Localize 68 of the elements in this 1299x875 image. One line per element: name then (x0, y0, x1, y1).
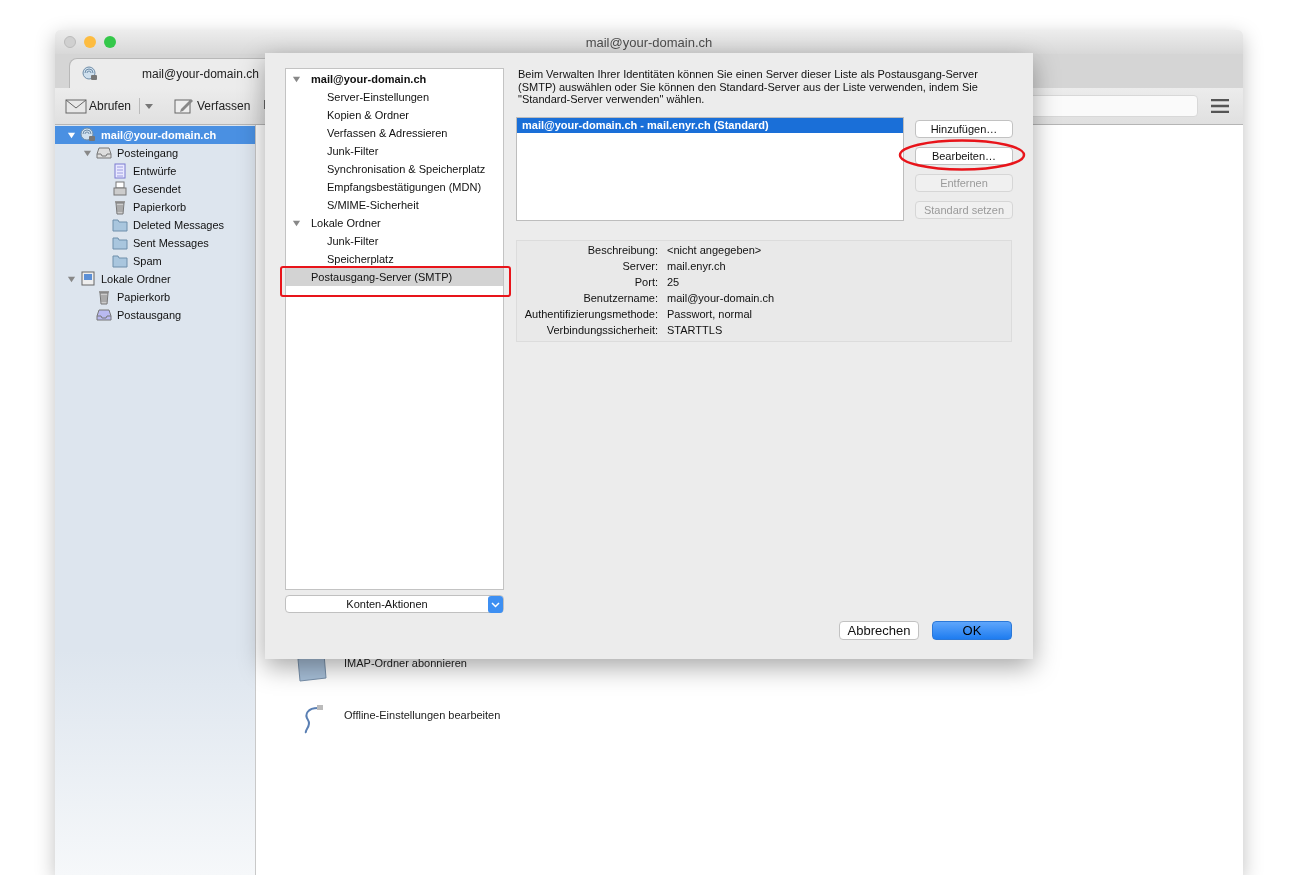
tree-item[interactable]: Server-Einstellungen (286, 88, 503, 106)
pencil-icon (173, 98, 196, 114)
folder-item[interactable]: Gesendet (55, 180, 255, 198)
disclosure-triangle-icon[interactable] (83, 148, 92, 158)
account-actions-dropdown[interactable]: Konten-Aktionen (285, 595, 504, 613)
detail-value: 25 (667, 274, 681, 290)
tree-item[interactable]: Lokale Ordner (286, 214, 503, 232)
detail-label: Benutzername: (582, 290, 658, 306)
detail-value: STARTTLS (667, 322, 724, 338)
tree-item[interactable]: Verfassen & Adressieren (286, 124, 503, 142)
monitor-icon (80, 271, 96, 287)
disclosure-triangle-icon[interactable] (67, 130, 76, 140)
folder-icon (112, 235, 128, 251)
folder-item[interactable]: Posteingang (55, 144, 255, 162)
description-text: Beim Verwalten Ihrer Identitäten können Sie einen Server dieser Liste als Postausgang-Server (SMTP) auswählen oder Sie können den Standard-Server aus der Liste verwenden, indem Sie "Standard-Server verwenden" wählen. (518, 68, 979, 106)
window-title: mail@your-domain.ch (585, 34, 713, 50)
tree-item[interactable]: Junk-Filter (286, 142, 503, 160)
tree-item[interactable]: Empfangsbestätigungen (MDN) (286, 178, 503, 196)
detail-label: Beschreibung: (586, 242, 658, 258)
ok-button[interactable]: OK (932, 621, 1012, 640)
folder-item[interactable]: Sent Messages (55, 234, 255, 252)
detail-label: Port: (633, 274, 658, 290)
zoom-button[interactable] (104, 36, 116, 48)
disclosure-triangle-icon[interactable] (292, 74, 301, 84)
folder-item[interactable]: Lokale Ordner (55, 270, 255, 288)
account-icon (82, 65, 98, 82)
folder-item[interactable]: Entwürfe (55, 162, 255, 180)
envelope-icon (65, 98, 87, 114)
detail-label: Verbindungssicherheit: (545, 322, 658, 338)
menu-icon[interactable] (1211, 99, 1229, 113)
folder-item[interactable]: Postausgang (55, 306, 255, 324)
page-icon (112, 163, 128, 179)
folder-icon (112, 217, 128, 233)
tree-item[interactable]: S/MIME-Sicherheit (286, 196, 503, 214)
trash-icon (96, 289, 112, 305)
tray-icon (96, 307, 112, 323)
tree-item[interactable]: Junk-Filter (286, 232, 503, 250)
folder-item[interactable]: Deleted Messages (55, 216, 255, 234)
disclosure-triangle-icon[interactable] (67, 274, 76, 284)
detail-label: Authentifizierungsmethode: (523, 306, 658, 322)
action-link[interactable]: Offline-Einstellungen bearbeiten (344, 709, 501, 721)
detail-label: Server: (621, 258, 658, 274)
caret-icon[interactable] (145, 103, 154, 109)
printer-icon (112, 181, 128, 197)
detail-value: mail@your-domain.ch (667, 290, 776, 306)
tray-icon (96, 145, 112, 161)
detail-value: <nicht angegeben> (667, 242, 763, 258)
server-item[interactable]: mail@your-domain.ch - mail.enyr.ch (Standard) (517, 117, 903, 133)
disclosure-triangle-icon[interactable] (292, 218, 301, 228)
detail-value: mail.enyr.ch (667, 258, 727, 274)
tree-item[interactable]: Kopien & Ordner (286, 106, 503, 124)
tree-item[interactable]: Speicherplatz (286, 250, 503, 268)
trash-icon (112, 199, 128, 215)
folder-item[interactable]: Papierkorb (55, 198, 255, 216)
folder-item[interactable]: Spam (55, 252, 255, 270)
detail-value: Passwort, normal (667, 306, 753, 322)
cancel-button[interactable]: Abbrechen (839, 621, 919, 640)
toolbar-button[interactable]: Abrufen (63, 98, 134, 114)
tree-item[interactable]: Synchronisation & Speicherplatz (286, 160, 503, 178)
server-button[interactable]: Hinzufügen… (915, 119, 1013, 138)
chevron-icon (488, 595, 503, 613)
folder-icon (112, 253, 128, 269)
tree-item[interactable]: Postausgang-Server (SMTP) (286, 268, 503, 286)
folder-item[interactable]: Papierkorb (55, 288, 255, 306)
account-icon (80, 127, 96, 143)
toolbar-button[interactable]: Verfassen (171, 98, 253, 114)
action-link[interactable]: IMAP-Ordner abonnieren (344, 657, 467, 669)
server-button[interactable]: Bearbeiten… (915, 146, 1013, 165)
